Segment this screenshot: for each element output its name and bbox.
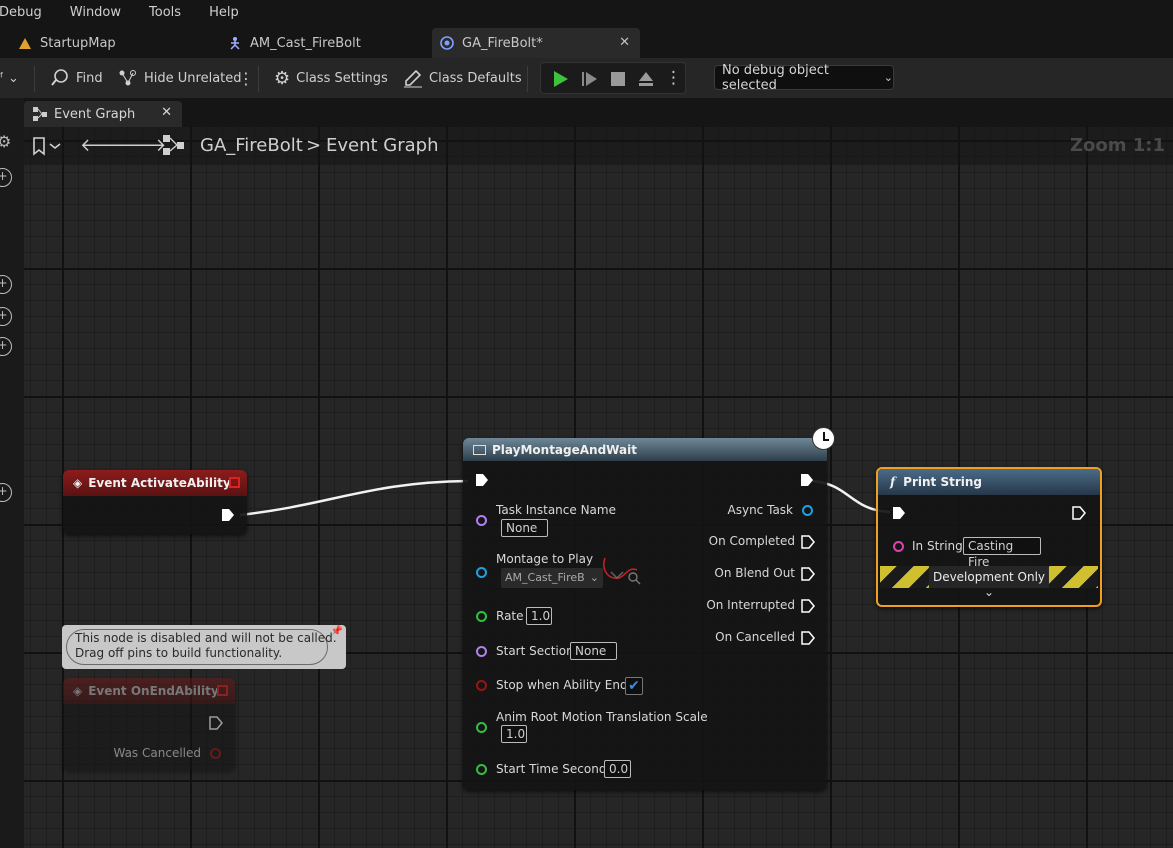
- name-pin[interactable]: [476, 646, 487, 657]
- float-pin[interactable]: [476, 722, 487, 733]
- delegate-pin[interactable]: [217, 685, 228, 696]
- on-completed-label: On Completed: [708, 534, 795, 548]
- node-print-string[interactable]: f Print String In String Casting Fire De…: [876, 467, 1102, 607]
- exec-out-pin[interactable]: [801, 535, 815, 549]
- node-title: PlayMontageAndWait: [492, 442, 637, 457]
- string-pin[interactable]: [893, 541, 904, 552]
- was-cancelled-label: Was Cancelled: [113, 746, 201, 760]
- browse-asset-icons[interactable]: [599, 556, 643, 588]
- start-time-seconds-field[interactable]: 0.0: [604, 760, 631, 778]
- task-instance-name-label: Task Instance Name: [496, 503, 616, 517]
- exec-out-pin[interactable]: [1072, 506, 1086, 520]
- event-icon: ◈: [73, 476, 83, 490]
- node-header: PlayMontageAndWait: [463, 438, 827, 461]
- bool-out-pin[interactable]: [210, 748, 221, 759]
- start-section-label: Start Section: [496, 644, 574, 658]
- in-string-label: In String: [912, 539, 963, 553]
- float-pin[interactable]: [476, 764, 487, 775]
- start-section-field[interactable]: None: [570, 642, 617, 660]
- expand-chevron-icon[interactable]: ⌄: [984, 585, 994, 599]
- exec-out-pin[interactable]: [801, 567, 815, 581]
- on-cancelled-label: On Cancelled: [715, 630, 795, 644]
- exec-out-pin[interactable]: [209, 716, 223, 730]
- root-motion-scale-label: Anim Root Motion Translation Scale: [496, 710, 708, 724]
- exec-out-pin[interactable]: [800, 473, 814, 487]
- node-event-activateability[interactable]: ◈ Event ActivateAbility: [63, 470, 247, 534]
- object-out-pin[interactable]: [802, 505, 813, 516]
- stop-when-ability-ends-checkbox[interactable]: ✔: [625, 677, 643, 695]
- on-blend-out-label: On Blend Out: [714, 566, 795, 580]
- node-title: Event ActivateAbility: [88, 476, 231, 490]
- task-icon: [473, 444, 486, 455]
- node-title: Event OnEndAbility: [88, 684, 219, 698]
- event-icon: ◈: [73, 684, 83, 698]
- exec-out-pin[interactable]: [221, 508, 235, 522]
- node-header: ◈ Event ActivateAbility: [63, 470, 247, 496]
- exec-wire: [239, 479, 469, 517]
- comment-line: This node is disabled and will not be ca…: [75, 631, 337, 645]
- exec-in-pin[interactable]: [475, 473, 489, 487]
- root-motion-scale-field[interactable]: 1.0: [501, 725, 527, 743]
- pin-icon[interactable]: 📌: [331, 626, 343, 637]
- exec-in-pin[interactable]: [892, 506, 906, 520]
- float-pin[interactable]: [476, 611, 487, 622]
- montage-asset-value: AM_Cast_FireB: [505, 571, 585, 584]
- exec-out-pin[interactable]: [801, 631, 815, 645]
- exec-out-pin[interactable]: [801, 599, 815, 613]
- start-time-seconds-label: Start Time Seconds: [496, 762, 613, 776]
- montage-to-play-label: Montage to Play: [496, 552, 594, 566]
- task-instance-name-field[interactable]: None: [501, 519, 548, 537]
- montage-asset-picker[interactable]: AM_Cast_FireB ⌄: [501, 568, 603, 588]
- bool-pin[interactable]: [476, 680, 487, 691]
- node-playmontageandwait[interactable]: PlayMontageAndWait Task Instance Name No…: [463, 427, 835, 790]
- node-title: Print String: [903, 475, 982, 489]
- delegate-pin[interactable]: [229, 477, 240, 488]
- node-event-onendability[interactable]: ◈ Event OnEndAbility Was Cancelled: [63, 678, 235, 770]
- in-string-field[interactable]: Casting Fire: [963, 537, 1041, 569]
- on-interrupted-label: On Interrupted: [706, 598, 795, 612]
- async-task-label: Async Task: [727, 503, 793, 517]
- node-header: f Print String: [878, 469, 1100, 495]
- comment-text: This node is disabled and will not be ca…: [75, 631, 337, 661]
- node-header: ◈ Event OnEndAbility: [63, 678, 235, 704]
- disabled-node-comment: This node is disabled and will not be ca…: [62, 625, 346, 669]
- stop-when-ability-ends-label: Stop when Ability Ends: [496, 678, 634, 692]
- function-icon: f: [890, 475, 896, 489]
- comment-line: Drag off pins to build functionality.: [75, 646, 283, 660]
- object-pin[interactable]: [476, 567, 487, 578]
- rate-label: Rate: [496, 609, 524, 623]
- rate-field[interactable]: 1.0: [526, 607, 552, 625]
- name-pin[interactable]: [476, 515, 487, 526]
- chevron-down-icon: ⌄: [589, 571, 599, 584]
- latent-clock-icon: [812, 427, 835, 450]
